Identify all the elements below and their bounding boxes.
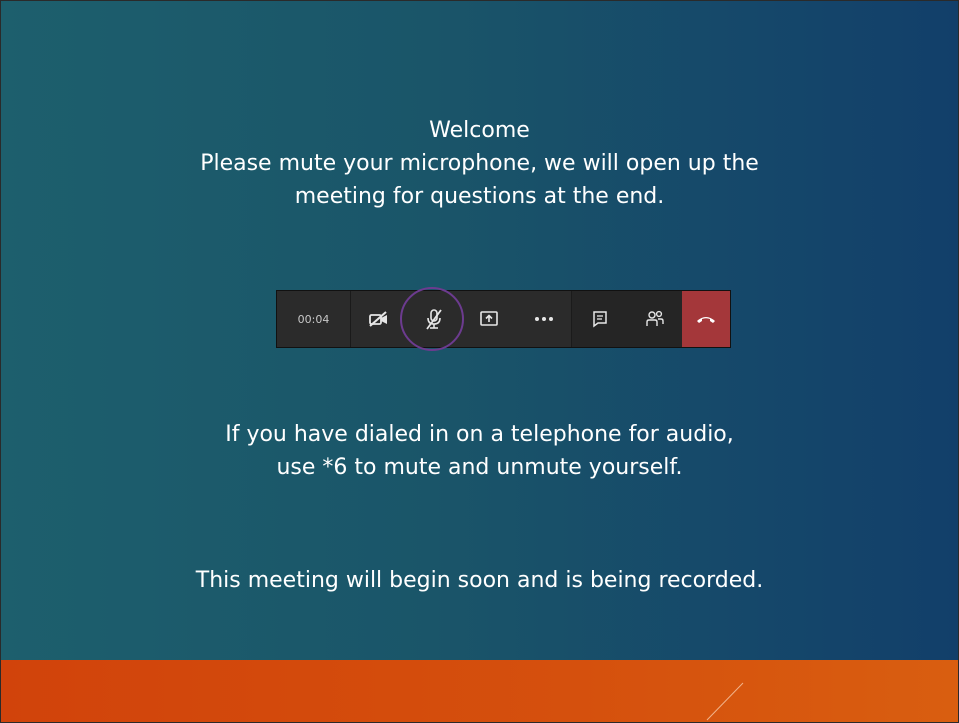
recording-notice-text: This meeting will begin soon and is bein… bbox=[195, 568, 764, 593]
chat-button[interactable] bbox=[572, 291, 627, 347]
phone-note-line-2: use *6 to mute and unmute yourself. bbox=[276, 455, 683, 480]
microphone-toggle-button[interactable] bbox=[406, 291, 461, 347]
share-screen-icon bbox=[479, 311, 498, 326]
microphone-muted-icon bbox=[425, 309, 442, 330]
call-timer: 00:04 bbox=[277, 291, 351, 347]
phone-dial-in-note: If you have dialed in on a telephone for… bbox=[1, 418, 958, 484]
slide: Welcome Please mute your microphone, we … bbox=[0, 0, 959, 723]
welcome-title: Welcome bbox=[429, 118, 530, 143]
welcome-block: Welcome Please mute your microphone, we … bbox=[1, 114, 958, 213]
camera-off-icon bbox=[368, 311, 387, 327]
more-options-icon bbox=[534, 317, 553, 321]
camera-toggle-button[interactable] bbox=[351, 291, 406, 347]
participants-icon bbox=[645, 310, 664, 326]
meeting-controls-toolbar: 00:04 bbox=[276, 290, 731, 348]
share-screen-button[interactable] bbox=[461, 291, 516, 347]
mute-instruction-line-1: Please mute your microphone, we will ope… bbox=[200, 151, 759, 176]
footer-diagonal-line bbox=[706, 682, 744, 721]
hang-up-icon bbox=[697, 317, 715, 323]
footer-accent-band bbox=[1, 660, 958, 722]
mute-instruction-line-2: meeting for questions at the end. bbox=[294, 184, 665, 209]
recording-notice: This meeting will begin soon and is bein… bbox=[1, 564, 958, 597]
phone-note-line-1: If you have dialed in on a telephone for… bbox=[225, 422, 734, 447]
hang-up-button[interactable] bbox=[682, 291, 730, 347]
more-options-button[interactable] bbox=[516, 291, 571, 347]
toolbar-right-group bbox=[572, 291, 730, 347]
participants-button[interactable] bbox=[627, 291, 682, 347]
chat-icon bbox=[592, 311, 607, 328]
